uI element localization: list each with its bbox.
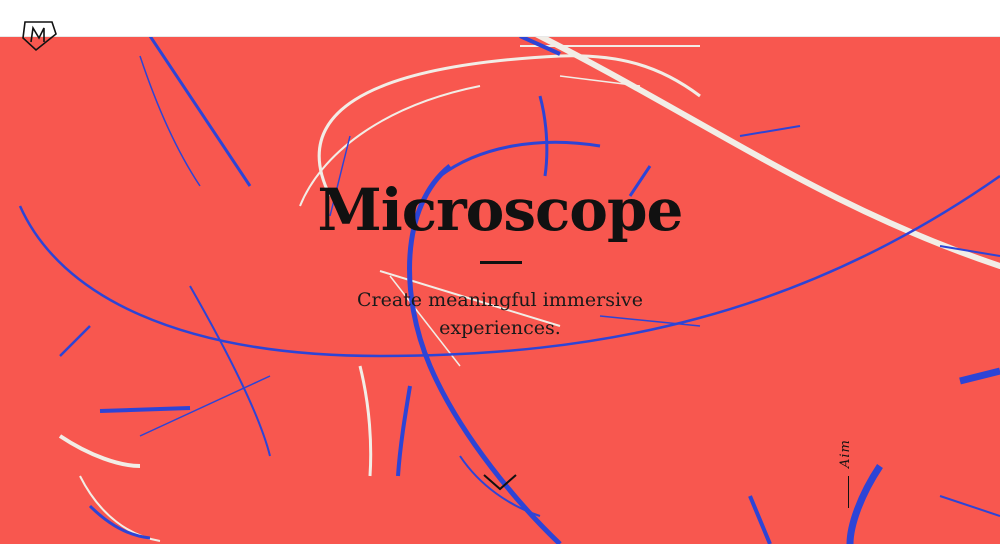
top-bar (0, 0, 1000, 37)
title-underline (480, 261, 522, 264)
bottom-edge (0, 544, 1000, 556)
aim-label: Aim (838, 439, 853, 468)
hero-tagline: Create meaningful immersive experiences. (356, 289, 644, 339)
aim-divider (848, 476, 849, 508)
side-nav-aim[interactable]: Aim (838, 428, 860, 508)
chevron-down-icon[interactable] (482, 472, 518, 492)
page-title: Microscope (317, 176, 684, 244)
microscope-logo-icon[interactable] (22, 18, 58, 52)
